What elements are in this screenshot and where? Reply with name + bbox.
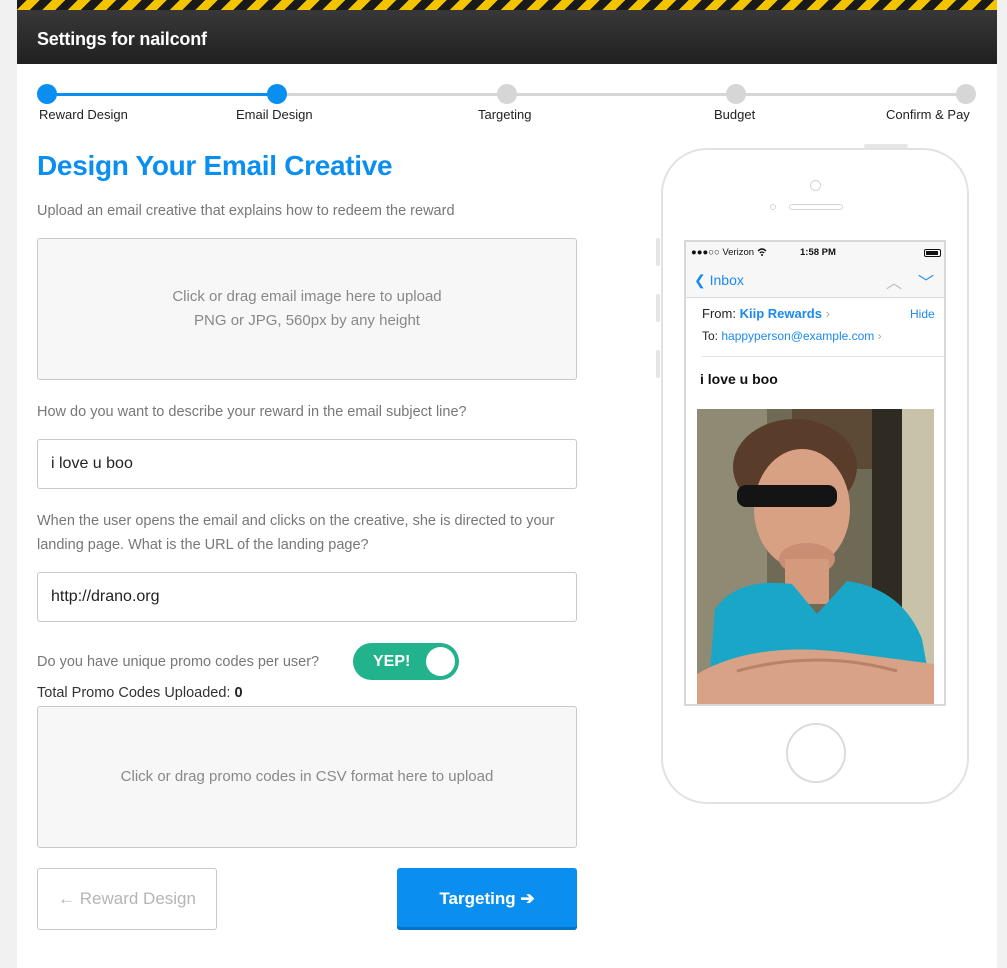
phone-camera [810, 180, 821, 191]
settings-header: Settings for nailconf [17, 10, 997, 64]
step-dot-budget[interactable] [726, 84, 746, 104]
page-title: Settings for nailconf [37, 29, 207, 49]
section-heading: Design Your Email Creative [37, 150, 393, 181]
chevron-right-icon: › [825, 306, 830, 321]
promo-count-label: Total Promo Codes Uploaded: [37, 685, 231, 701]
arrow-left-icon: ← [58, 889, 76, 908]
person-photo-icon [697, 409, 934, 704]
email-image-dropzone[interactable]: Click or drag email image here to upload… [37, 238, 577, 380]
toggle-knob [426, 647, 455, 676]
chevron-right-icon: › [877, 329, 882, 343]
mail-to-line: To: happyperson@example.com › [702, 329, 882, 343]
inbox-label: Inbox [709, 272, 744, 288]
chevron-down-icon[interactable]: ﹀ [918, 269, 934, 293]
step-dot-targeting[interactable] [497, 84, 517, 104]
back-button-label: Reward Design [79, 889, 196, 908]
from-sender[interactable]: Kiip Rewards [740, 306, 822, 321]
phone-volume-up [656, 294, 660, 322]
promo-codes-toggle[interactable]: YEP! [353, 643, 459, 680]
chevron-left-icon: ❮ [694, 272, 706, 288]
step-label-targeting[interactable]: Targeting [478, 107, 531, 122]
mail-navbar: ❮ Inbox ︿ ﹀ [686, 264, 944, 298]
promo-count-value: 0 [234, 685, 243, 701]
email-creative-image [697, 409, 934, 704]
hazard-stripe [17, 0, 997, 10]
arrow-right-icon: ➔ [520, 889, 535, 908]
to-recipient[interactable]: happyperson@example.com [721, 329, 874, 343]
wifi-icon [757, 248, 767, 256]
subject-input[interactable] [37, 439, 577, 489]
landing-url-input[interactable] [37, 572, 577, 622]
step-label-reward-design[interactable]: Reward Design [39, 107, 128, 122]
chevron-up-icon[interactable]: ︿ [886, 269, 902, 293]
phone-speaker [789, 204, 843, 210]
carrier-signal: ●●●○○ Verizon [691, 247, 767, 258]
hide-details-link[interactable]: Hide [910, 307, 935, 321]
subject-question: How do you want to describe your reward … [37, 404, 467, 420]
status-bar: ●●●○○ Verizon 1:58 PM [686, 242, 944, 264]
phone-volume-down [656, 350, 660, 378]
carrier-label: ●●●○○ Verizon [691, 247, 755, 258]
csv-dropzone[interactable]: Click or drag promo codes in CSV format … [37, 706, 577, 848]
from-label: From: [702, 306, 736, 321]
email-preview-screen: ●●●○○ Verizon 1:58 PM ❮ Inbox ︿ ﹀ From: … [684, 240, 946, 706]
status-time: 1:58 PM [800, 247, 836, 258]
phone-home-button [786, 723, 846, 783]
promo-question: Do you have unique promo codes per user? [37, 654, 320, 670]
toggle-label: YEP! [373, 653, 411, 670]
step-label-email-design[interactable]: Email Design [236, 107, 313, 122]
csv-dropzone-text: Click or drag promo codes in CSV format … [120, 768, 494, 785]
mail-subject: i love u boo [700, 371, 778, 387]
promo-count: Total Promo Codes Uploaded: 0 [37, 685, 243, 701]
next-button-label: Targeting [439, 889, 516, 908]
step-dot-reward-design[interactable] [37, 84, 57, 104]
step-dot-email-design[interactable] [267, 84, 287, 104]
progress-fill [46, 93, 276, 96]
to-label: To: [702, 329, 719, 343]
upload-hint: Upload an email creative that explains h… [37, 203, 455, 219]
step-label-budget[interactable]: Budget [714, 107, 755, 122]
inbox-back-button[interactable]: ❮ Inbox [694, 272, 744, 289]
dropzone-line-2: PNG or JPG, 560px by any height [194, 312, 420, 329]
url-question: When the user opens the email and clicks… [37, 513, 555, 553]
mail-from-line: From: Kiip Rewards › [702, 306, 830, 321]
next-button[interactable]: Targeting ➔ [397, 868, 577, 930]
phone-sensor [770, 204, 776, 210]
mail-divider [702, 356, 944, 357]
battery-icon [924, 249, 941, 257]
dropzone-line-1: Click or drag email image here to upload [172, 288, 442, 305]
step-label-confirm-pay[interactable]: Confirm & Pay [886, 107, 970, 122]
back-button[interactable]: ← Reward Design [37, 868, 217, 930]
step-dot-confirm-pay[interactable] [956, 84, 976, 104]
phone-mute-switch [656, 238, 660, 266]
